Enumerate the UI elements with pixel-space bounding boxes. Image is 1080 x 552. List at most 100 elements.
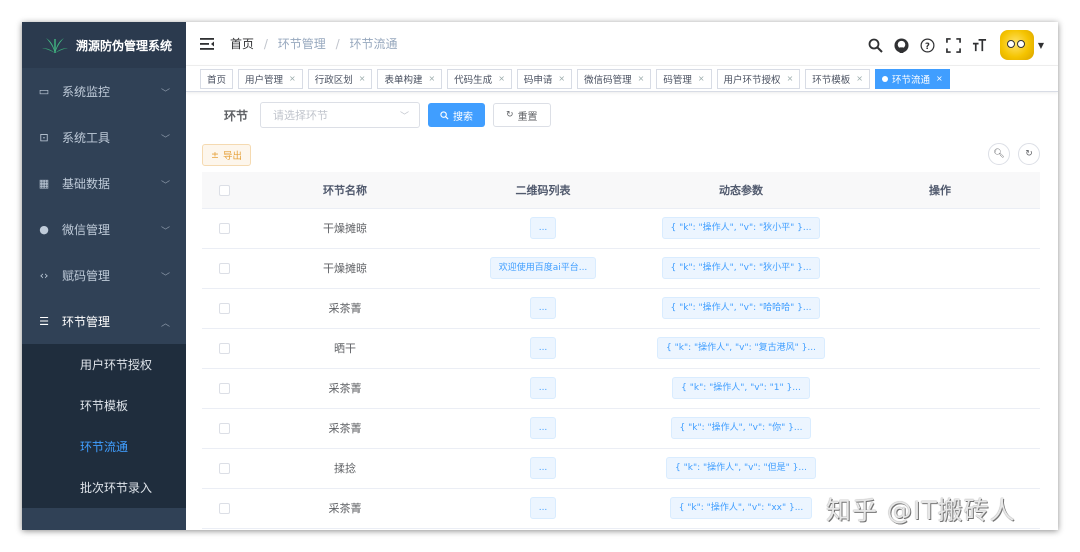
caret-down-icon[interactable]: ▼ bbox=[1038, 41, 1044, 50]
monitor-icon: ▭ bbox=[38, 84, 50, 98]
row-checkbox[interactable] bbox=[218, 263, 230, 274]
reset-button-label: 重置 bbox=[517, 111, 538, 123]
sidebar-item-tools[interactable]: ⊡ 系统工具 ﹀ bbox=[22, 114, 186, 160]
sidebar-item-coding[interactable]: ‹› 赋码管理 ﹀ bbox=[22, 252, 186, 298]
qr-list-tag[interactable]: ... bbox=[529, 297, 557, 319]
avatar[interactable] bbox=[999, 30, 1034, 60]
fullscreen-icon[interactable] bbox=[946, 37, 962, 53]
qr-list-tag[interactable]: ... bbox=[529, 457, 557, 479]
actions-cell bbox=[840, 408, 1040, 449]
params-tag[interactable]: { "k": "操作人", "v": "狄小平" }... bbox=[661, 217, 821, 239]
row-checkbox[interactable] bbox=[218, 303, 230, 314]
table-row: 干燥摊晾 ... { "k": "操作人", "v": "狄小平" }... bbox=[202, 208, 1040, 249]
params-tag[interactable]: { "k": "操作人", "v": "你" }... bbox=[670, 417, 812, 439]
tag-label: 首页 bbox=[207, 74, 227, 86]
close-icon[interactable]: × bbox=[698, 74, 705, 83]
row-checkbox[interactable] bbox=[218, 463, 230, 474]
close-icon[interactable]: × bbox=[936, 74, 943, 83]
sidebar-item-label: 微信管理 bbox=[62, 222, 111, 237]
row-checkbox[interactable] bbox=[218, 423, 230, 434]
link-select[interactable]: 请选择环节 ﹀ bbox=[260, 102, 421, 128]
tag-link-template[interactable]: 环节模板 × bbox=[805, 68, 870, 89]
params-tag[interactable]: { "k": "操作人", "v": "1" }... bbox=[672, 377, 810, 399]
tag-code-gen[interactable]: 代码生成 × bbox=[447, 68, 512, 89]
qr-list-tag[interactable]: ... bbox=[529, 497, 557, 519]
tag-user-management[interactable]: 用户管理 × bbox=[238, 68, 303, 89]
tag-code-management[interactable]: 码管理 × bbox=[656, 68, 712, 89]
tag-user-link-auth[interactable]: 用户环节授权 × bbox=[716, 68, 801, 89]
tag-code-apply[interactable]: 码申请 × bbox=[516, 68, 573, 89]
qr-list-tag[interactable]: ... bbox=[529, 217, 557, 239]
hamburger-icon[interactable] bbox=[200, 37, 214, 50]
tag-region[interactable]: 行政区划 × bbox=[307, 68, 373, 89]
qr-list-tag[interactable]: ... bbox=[529, 337, 557, 359]
sidebar-item-basic-data[interactable]: ▦ 基础数据 ﹀ bbox=[22, 160, 186, 206]
tag-label: 行政区划 bbox=[314, 74, 353, 86]
params-tag[interactable]: { "k": "操作人", "v": "但是" }... bbox=[666, 457, 816, 479]
export-button-label: 导出 bbox=[222, 151, 242, 162]
logo-leaf-icon bbox=[42, 38, 68, 53]
refresh-icon: ↻ bbox=[506, 110, 514, 120]
link-name-cell: 揉捻 bbox=[246, 448, 444, 489]
tag-wechat-code[interactable]: 微信码管理 × bbox=[577, 68, 652, 89]
export-button[interactable]: ± 导出 bbox=[202, 144, 251, 166]
chevron-down-icon: ﹀ bbox=[160, 135, 170, 145]
link-name-cell: 采茶菁 bbox=[246, 488, 444, 529]
close-icon[interactable]: × bbox=[638, 74, 645, 83]
column-header: 环节名称 bbox=[246, 172, 444, 209]
sidebar-item-label: 赋码管理 bbox=[62, 268, 111, 283]
close-icon[interactable]: × bbox=[289, 74, 296, 83]
row-checkbox[interactable] bbox=[218, 503, 230, 514]
tag-form-builder[interactable]: 表单构建 × bbox=[377, 68, 443, 89]
sidebar-item-monitor[interactable]: ▭ 系统监控 ﹀ bbox=[22, 68, 186, 114]
help-icon[interactable]: ? bbox=[920, 37, 936, 53]
tag-label: 码管理 bbox=[663, 74, 692, 86]
github-icon[interactable] bbox=[894, 37, 910, 53]
params-tag[interactable]: { "k": "操作人", "v": "哈哈哈" }... bbox=[661, 297, 821, 319]
sidebar-item-link-management[interactable]: ☰ 环节管理 ︿ bbox=[22, 298, 186, 344]
qr-list-tag[interactable]: ... bbox=[529, 377, 557, 399]
qr-list-tag[interactable]: ... bbox=[529, 417, 557, 439]
close-icon[interactable]: × bbox=[498, 74, 505, 83]
sidebar-subitem-batch-entry[interactable]: 批次环节录入 bbox=[22, 467, 186, 508]
refresh-button[interactable]: ↻ bbox=[1018, 143, 1040, 165]
search-icon[interactable] bbox=[868, 37, 884, 53]
close-icon[interactable]: × bbox=[359, 74, 366, 83]
select-all-checkbox[interactable] bbox=[218, 184, 230, 196]
refresh-icon: ↻ bbox=[1025, 149, 1033, 159]
close-icon[interactable]: × bbox=[558, 74, 565, 83]
sidebar-subitem-user-auth[interactable]: 用户环节授权 bbox=[22, 344, 186, 385]
sidebar-item-label: 环节管理 bbox=[62, 314, 111, 329]
grid-icon: ▦ bbox=[38, 176, 50, 190]
tag-link-circulation[interactable]: 环节流通 × bbox=[874, 68, 950, 89]
table-row: 揉捻 ... { "k": "操作人", "v": "但是" }... bbox=[202, 448, 1040, 489]
close-icon[interactable]: × bbox=[856, 74, 863, 83]
font-size-icon[interactable] bbox=[972, 37, 988, 53]
close-icon[interactable]: × bbox=[787, 74, 794, 83]
params-tag[interactable]: { "k": "操作人", "v": "狄小平" }... bbox=[661, 257, 821, 279]
params-tag[interactable]: { "k": "操作人", "v": "xx" }... bbox=[669, 497, 813, 519]
qr-list-tag[interactable]: 欢迎使用百度ai平台... bbox=[489, 257, 597, 279]
sidebar-subitem-template[interactable]: 环节模板 bbox=[22, 385, 186, 426]
link-name-cell: 采茶菁 bbox=[246, 288, 444, 329]
row-checkbox[interactable] bbox=[218, 343, 230, 354]
reset-button[interactable]: ↻ 重置 bbox=[493, 103, 551, 127]
params-tag[interactable]: { "k": "操作人", "v": "复古港风" }... bbox=[657, 337, 825, 359]
tag-label: 码申请 bbox=[523, 74, 553, 86]
tag-home[interactable]: 首页 bbox=[200, 68, 234, 89]
toolbox-icon: ⊡ bbox=[39, 130, 49, 144]
chevron-up-icon: ︿ bbox=[160, 319, 170, 329]
toggle-search-button[interactable]: 🔍︎ bbox=[988, 143, 1010, 165]
close-icon[interactable]: × bbox=[428, 74, 435, 83]
row-checkbox[interactable] bbox=[218, 383, 230, 394]
breadcrumb-home[interactable]: 首页 bbox=[230, 37, 254, 51]
row-checkbox[interactable] bbox=[218, 223, 230, 234]
sidebar-item-wechat[interactable]: ● 微信管理 ﹀ bbox=[22, 206, 186, 252]
table-row: 采茶菁 ... { "k": "操作人", "v": "你" }... bbox=[202, 408, 1040, 449]
search-button[interactable]: 搜索 bbox=[428, 103, 486, 127]
breadcrumb-level2: 环节流通 bbox=[349, 37, 398, 51]
sidebar-item-label: 系统监控 bbox=[62, 84, 111, 99]
link-name-cell: 采茶菁 bbox=[246, 368, 444, 409]
breadcrumb: 首页 / 环节管理 / 环节流通 bbox=[230, 35, 403, 52]
sidebar-subitem-circulation[interactable]: 环节流通 bbox=[22, 426, 186, 467]
